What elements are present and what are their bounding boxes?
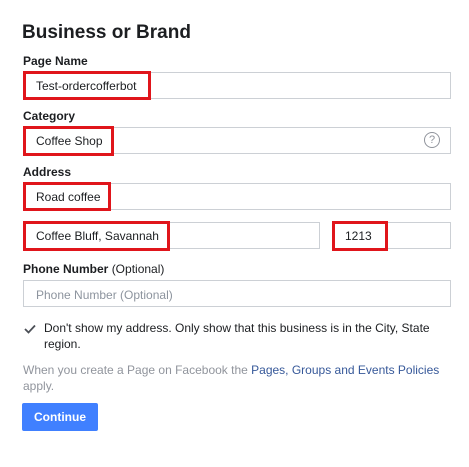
optional-text: (Optional) xyxy=(111,262,165,276)
phone-field[interactable]: Phone Number (Optional) xyxy=(23,280,451,307)
page-name-label: Page Name xyxy=(23,54,88,68)
category-label: Category xyxy=(23,109,76,123)
page-name-value[interactable]: Test-ordercofferbot xyxy=(23,71,151,100)
street-value[interactable]: Road coffee xyxy=(23,182,111,211)
check-icon[interactable] xyxy=(23,322,37,336)
continue-button[interactable]: Continue xyxy=(22,403,98,431)
phone-label: Phone Number (Optional) xyxy=(23,262,164,276)
phone-placeholder: Phone Number (Optional) xyxy=(36,288,173,302)
category-value[interactable]: Coffee Shop xyxy=(23,126,114,156)
address-label: Address xyxy=(23,165,72,179)
help-icon[interactable]: ? xyxy=(424,132,440,148)
hide-address-text: Don't show my address. Only show that th… xyxy=(44,321,430,351)
city-value[interactable]: Coffee Bluff, Savannah xyxy=(23,221,170,251)
policy-note-before: When you create a Page on Facebook the xyxy=(23,363,252,377)
policy-note-after: apply. xyxy=(23,379,55,393)
policy-note: When you create a Page on Facebook the P… xyxy=(23,362,453,394)
zip-value[interactable]: 1213 xyxy=(332,221,388,251)
policies-link[interactable]: Pages, Groups and Events Policies xyxy=(251,363,439,377)
phone-label-text: Phone Number xyxy=(23,262,109,276)
form-title: Business or Brand xyxy=(22,22,191,43)
